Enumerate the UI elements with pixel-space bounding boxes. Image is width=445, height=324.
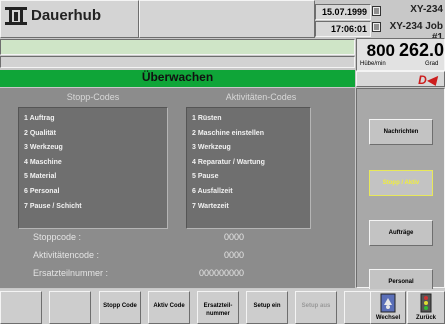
- list-item: 7 Pause / Schicht: [24, 202, 82, 210]
- list-item: 3 Werkzeug: [24, 144, 63, 152]
- brand-logo-icon: D◀: [418, 73, 436, 87]
- list-item: 2 Qualität: [24, 129, 56, 137]
- aktiv-code-button[interactable]: Aktiv Code: [148, 291, 190, 324]
- side-menu: Nachrichten Stopp / Aktiv Aufträge Perso…: [356, 88, 445, 295]
- switch-icon: [380, 293, 396, 313]
- stopp-aktiv-button[interactable]: Stopp / Aktiv: [369, 170, 433, 196]
- ersatzteilnummer-field[interactable]: 000000000: [186, 268, 244, 278]
- f1-button[interactable]: [0, 291, 42, 324]
- list-item: 5 Pause: [192, 173, 219, 181]
- brand-panel: D◀: [356, 71, 445, 87]
- list-item: 6 Personal: [24, 187, 60, 195]
- list-item: 1 Auftrag: [24, 115, 55, 122]
- traffic-light-icon: [420, 293, 432, 313]
- app-title: Dauerhub: [31, 7, 102, 24]
- date-display: 15.07.1999: [315, 4, 371, 20]
- stroke-rate-unit: Hübe/min: [360, 61, 386, 67]
- wechsel-button[interactable]: Wechsel: [370, 291, 406, 324]
- stroke-rate-value: 800: [366, 41, 395, 60]
- angle-unit: Grad: [425, 61, 439, 67]
- stopp-codes-list: 1 Auftrag 2 Qualität 3 Werkzeug 4 Maschi…: [18, 107, 168, 229]
- status-line: [0, 56, 355, 68]
- list-item: 5 Material: [24, 173, 57, 181]
- list-item: 1 Rüsten: [192, 115, 222, 122]
- stoppcode-field[interactable]: 0000: [186, 232, 244, 242]
- zurueck-label: Zurück: [415, 315, 436, 321]
- press-logo-icon: [5, 7, 27, 25]
- ersatzteilnummer-button[interactable]: Ersatzteil-nummer: [197, 291, 239, 324]
- aktivitaeten-codes-list: 1 Rüsten 2 Maschine einstellen 3 Werkzeu…: [186, 107, 311, 229]
- wechsel-label: Wechsel: [375, 315, 401, 321]
- list-icon: [372, 6, 381, 16]
- list-item: 2 Maschine einstellen: [192, 129, 264, 137]
- list-item: 7 Wartezeit: [192, 202, 229, 210]
- time-display: 17:06:01: [315, 21, 371, 37]
- header-spacer: [139, 0, 315, 38]
- list-item: 6 Ausfallzeit: [192, 187, 233, 195]
- f2-button[interactable]: [49, 291, 91, 324]
- message-line: [0, 39, 355, 55]
- list-item: 4 Reparatur / Wartung: [192, 158, 265, 166]
- angle-value: 262.0: [399, 40, 445, 60]
- stroke-rate-panel: 800 Hübe/min 262.0 Grad: [356, 38, 445, 71]
- app-title-panel: Dauerhub: [0, 0, 139, 38]
- zurueck-button[interactable]: Zurück: [407, 291, 445, 324]
- list-item: 3 Werkzeug: [192, 144, 231, 152]
- stoppcode-label: Stoppcode :: [33, 232, 82, 242]
- ersatzteilnummer-label: Ersatzteilnummer :: [33, 268, 109, 278]
- setup-ein-button[interactable]: Setup ein: [246, 291, 288, 324]
- aktivitaetencode-label: Aktivitätencode :: [33, 250, 100, 260]
- codes-panel: Stopp-Codes Aktivitäten-Codes 1 Auftrag …: [0, 88, 355, 288]
- stopp-code-button[interactable]: Stopp Code: [99, 291, 141, 324]
- machine-id: XY-234: [410, 4, 443, 15]
- nachrichten-button[interactable]: Nachrichten: [369, 119, 433, 145]
- auftraege-button[interactable]: Aufträge: [369, 220, 433, 246]
- aktivitaetencode-field[interactable]: 0000: [186, 250, 244, 260]
- stopp-codes-title: Stopp-Codes: [66, 92, 120, 102]
- setup-aus-button[interactable]: Setup aus: [295, 291, 337, 324]
- list-item: 4 Maschine: [24, 158, 62, 166]
- job-list-icon: [372, 22, 381, 32]
- mode-title-bar: Überwachen: [0, 70, 355, 87]
- function-key-bar: Stopp Code Aktiv Code Ersatzteil-nummer …: [0, 289, 445, 324]
- aktivitaeten-codes-title: Aktivitäten-Codes: [225, 92, 297, 102]
